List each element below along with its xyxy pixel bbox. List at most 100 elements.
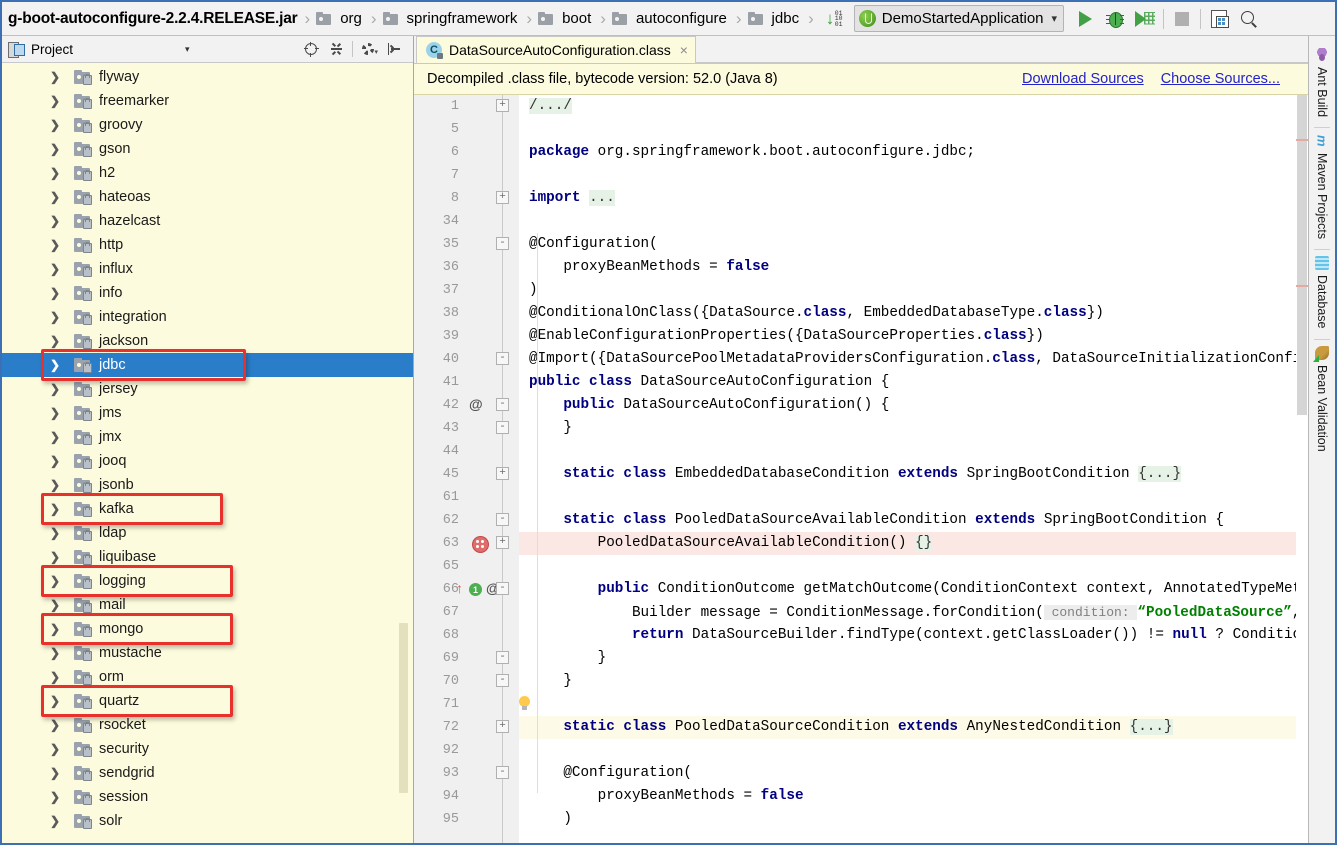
- code-line-61[interactable]: [519, 486, 1308, 509]
- chevron-right-icon[interactable]: ❯: [50, 161, 60, 185]
- chevron-right-icon[interactable]: ❯: [50, 89, 60, 113]
- collapse-fold-icon[interactable]: -: [496, 513, 509, 526]
- gutter-line-41[interactable]: 41: [414, 371, 519, 394]
- chevron-right-icon[interactable]: ❯: [50, 617, 60, 641]
- tree-item-ldap[interactable]: ❯ ldap: [2, 521, 413, 545]
- chevron-right-icon[interactable]: ❯: [50, 281, 60, 305]
- chevron-right-icon[interactable]: ❯: [50, 641, 60, 665]
- code-line-37[interactable]: ): [519, 279, 1308, 302]
- tab-datasourceautoconfiguration[interactable]: C DataSourceAutoConfiguration.class ×: [416, 36, 696, 63]
- gutter-line-35[interactable]: 35 -: [414, 233, 519, 256]
- code-line-92[interactable]: [519, 739, 1308, 762]
- gutter-line-36[interactable]: 36: [414, 256, 519, 279]
- code-line-63[interactable]: PooledDataSourceAvailableCondition() {}: [519, 532, 1308, 555]
- tree-item-orm[interactable]: ❯ orm: [2, 665, 413, 689]
- choose-sources-link[interactable]: Choose Sources...: [1161, 71, 1280, 87]
- tree-item-jooq[interactable]: ❯ jooq: [2, 449, 413, 473]
- tree-item-jsonb[interactable]: ❯ jsonb: [2, 473, 413, 497]
- tree-item-flyway[interactable]: ❯ flyway: [2, 65, 413, 89]
- gutter-line-68[interactable]: 68: [414, 624, 519, 647]
- tree-item-integration[interactable]: ❯ integration: [2, 305, 413, 329]
- stop-button[interactable]: [1167, 5, 1197, 33]
- code-line-8[interactable]: import ...: [519, 187, 1308, 210]
- breadcrumb-item-org[interactable]: org: [314, 2, 366, 35]
- chevron-right-icon[interactable]: ❯: [50, 377, 60, 401]
- tree-item-jdbc[interactable]: ❯ jdbc: [2, 353, 413, 377]
- breadcrumb-item-jdbc[interactable]: jdbc: [746, 2, 804, 35]
- code-line-95[interactable]: ): [519, 808, 1308, 831]
- error-stripe-mark[interactable]: [1296, 139, 1308, 141]
- chevron-right-icon[interactable]: ❯: [50, 497, 60, 521]
- run-configuration-selector[interactable]: DemoStartedApplication ▾: [853, 5, 1065, 32]
- tree-item-solr[interactable]: ❯ solr: [2, 809, 413, 833]
- gutter-line-66[interactable]: 66 ↑ 1 @ -: [414, 578, 519, 601]
- download-sources-icon[interactable]: ↓ 01 10 01: [824, 8, 846, 30]
- chevron-right-icon[interactable]: ❯: [50, 65, 60, 89]
- expand-fold-icon[interactable]: +: [496, 467, 509, 480]
- chevron-right-icon[interactable]: ❯: [50, 185, 60, 209]
- run-button[interactable]: [1070, 5, 1100, 33]
- chevron-right-icon[interactable]: ❯: [50, 137, 60, 161]
- chevron-right-icon[interactable]: ❯: [50, 737, 60, 761]
- tree-item-hateoas[interactable]: ❯ hateoas: [2, 185, 413, 209]
- tree-item-h2[interactable]: ❯ h2: [2, 161, 413, 185]
- chevron-right-icon[interactable]: ❯: [50, 809, 60, 833]
- code-line-41[interactable]: public class DataSourceAutoConfiguration…: [519, 371, 1308, 394]
- usage-count-badge[interactable]: 1: [469, 583, 482, 596]
- tree-item-security[interactable]: ❯ security: [2, 737, 413, 761]
- collapse-fold-icon[interactable]: -: [496, 352, 509, 365]
- error-stripe-mark[interactable]: [1296, 285, 1308, 287]
- collapse-fold-icon[interactable]: -: [496, 582, 509, 595]
- gutter-line-70[interactable]: 70 -: [414, 670, 519, 693]
- gutter-line-43[interactable]: 43 -: [414, 417, 519, 440]
- gutter-line-1[interactable]: 1 +: [414, 95, 519, 118]
- intention-bulb-icon[interactable]: [517, 696, 532, 713]
- gutter-line-39[interactable]: 39: [414, 325, 519, 348]
- tree-item-info[interactable]: ❯ info: [2, 281, 413, 305]
- tree-item-hazelcast[interactable]: ❯ hazelcast: [2, 209, 413, 233]
- code-line-67[interactable]: Builder message = ConditionMessage.forCo…: [519, 601, 1308, 624]
- chevron-right-icon[interactable]: ❯: [50, 425, 60, 449]
- tree-item-groovy[interactable]: ❯ groovy: [2, 113, 413, 137]
- gutter-line-44[interactable]: 44: [414, 440, 519, 463]
- code-line-34[interactable]: [519, 210, 1308, 233]
- collapse-fold-icon[interactable]: -: [496, 651, 509, 664]
- gutter-line-61[interactable]: 61: [414, 486, 519, 509]
- chevron-right-icon[interactable]: ❯: [50, 593, 60, 617]
- code-line-38[interactable]: @ConditionalOnClass({DataSource.class, E…: [519, 302, 1308, 325]
- gutter-line-7[interactable]: 7: [414, 164, 519, 187]
- locate-file-button[interactable]: [300, 38, 322, 60]
- breakpoint-icon[interactable]: [472, 536, 489, 553]
- gutter-line-65[interactable]: 65: [414, 555, 519, 578]
- collapse-fold-icon[interactable]: -: [496, 421, 509, 434]
- code-line-69[interactable]: }: [519, 647, 1308, 670]
- gutter-line-94[interactable]: 94: [414, 785, 519, 808]
- tree-item-session[interactable]: ❯ session: [2, 785, 413, 809]
- gutter-line-37[interactable]: 37: [414, 279, 519, 302]
- breadcrumb-item-autoconfigure[interactable]: autoconfigure: [610, 2, 731, 35]
- code-line-70[interactable]: }: [519, 670, 1308, 693]
- debug-button[interactable]: [1100, 5, 1130, 33]
- tree-item-jackson[interactable]: ❯ jackson: [2, 329, 413, 353]
- project-tree[interactable]: ❯ flyway ❯ freemarker ❯ groovy ❯ gson ❯ h2 ❯ hateoa…: [2, 63, 413, 843]
- tree-item-gson[interactable]: ❯ gson: [2, 137, 413, 161]
- annotation-marker-icon[interactable]: @: [469, 396, 483, 412]
- breadcrumb-item-boot[interactable]: boot: [536, 2, 595, 35]
- settings-button[interactable]: ▾: [358, 38, 380, 60]
- code-line-35[interactable]: @Configuration(: [519, 233, 1308, 256]
- code-line-40[interactable]: @Import({DataSourcePoolMetadataProviders…: [519, 348, 1308, 371]
- code-line-44[interactable]: [519, 440, 1308, 463]
- tree-item-quartz[interactable]: ❯ quartz: [2, 689, 413, 713]
- tool-tab-bean-validation[interactable]: Bean Validation: [1313, 340, 1329, 462]
- hide-panel-button[interactable]: [383, 38, 405, 60]
- gutter-line-92[interactable]: 92: [414, 739, 519, 762]
- gutter-line-95[interactable]: 95: [414, 808, 519, 831]
- code-line-42[interactable]: public DataSourceAutoConfiguration() {: [519, 394, 1308, 417]
- chevron-right-icon[interactable]: ❯: [50, 665, 60, 689]
- code-line-45[interactable]: static class EmbeddedDatabaseCondition e…: [519, 463, 1308, 486]
- gutter-line-63[interactable]: 63 +: [414, 532, 519, 555]
- chevron-right-icon[interactable]: ❯: [50, 473, 60, 497]
- tree-item-liquibase[interactable]: ❯ liquibase: [2, 545, 413, 569]
- collapse-fold-icon[interactable]: -: [496, 398, 509, 411]
- chevron-right-icon[interactable]: ❯: [50, 353, 60, 377]
